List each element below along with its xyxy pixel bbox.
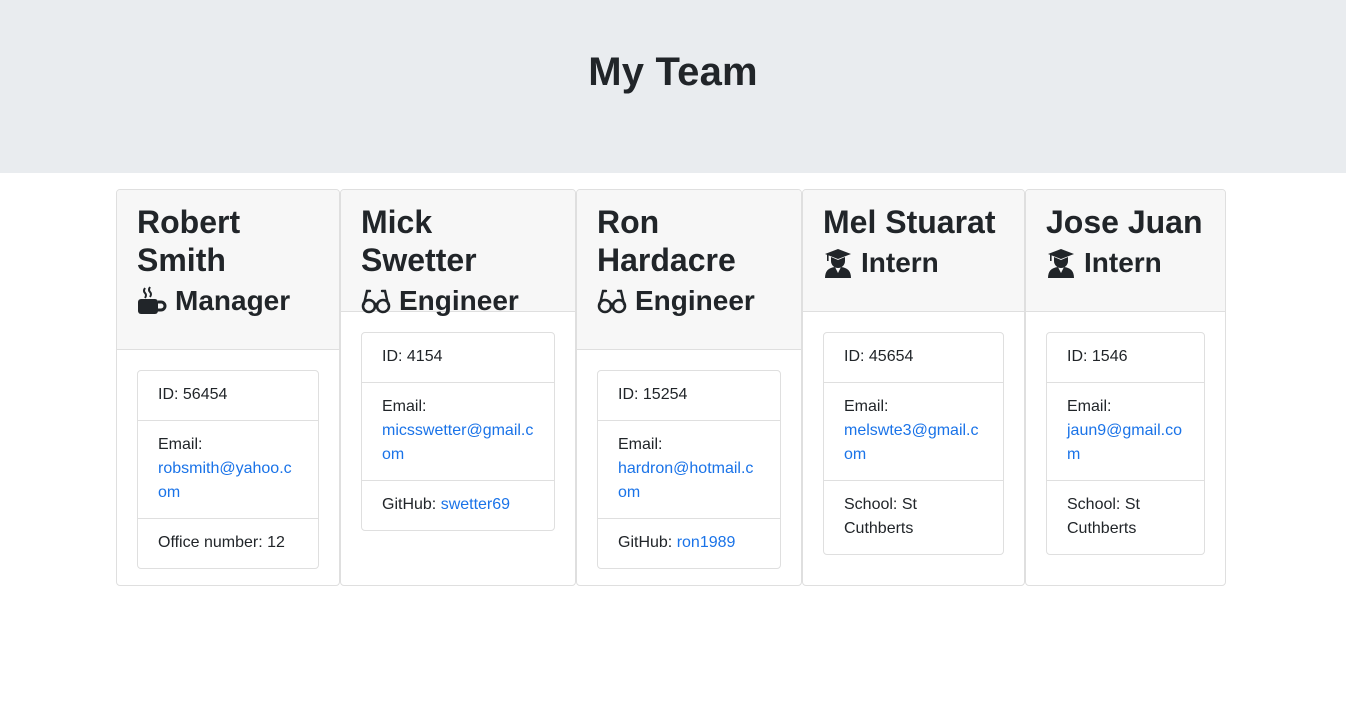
- glasses-icon: [361, 289, 391, 314]
- employee-role: Manager: [137, 284, 319, 318]
- card-body: ID: 45654 Email: melswte3@gmail.com Scho…: [803, 312, 1024, 575]
- graduate-icon: [1048, 249, 1074, 278]
- email-item: Email: jaun9@gmail.com: [1047, 383, 1204, 481]
- role-label: Engineer: [635, 285, 755, 316]
- info-list: ID: 45654 Email: melswte3@gmail.com Scho…: [823, 332, 1004, 555]
- email-item: Email: micsswetter@gmail.com: [362, 383, 554, 481]
- employee-name: Mel Stuarat: [823, 204, 996, 240]
- card-header: Robert Smith Manager: [117, 190, 339, 350]
- github-label: GitHub:: [382, 496, 441, 513]
- card-header: Mel Stuarat Intern: [803, 190, 1024, 312]
- role-label: Manager: [175, 285, 291, 316]
- info-list: ID: 4154 Email: micsswetter@gmail.com Gi…: [361, 332, 555, 531]
- email-label: Email:: [1067, 398, 1112, 415]
- info-list: ID: 56454 Email: robsmith@yahoo.com Offi…: [137, 370, 319, 569]
- graduate-icon: [825, 249, 851, 278]
- github-label: GitHub:: [618, 534, 677, 551]
- glasses-icon: [597, 289, 627, 314]
- email-item: Email: robsmith@yahoo.com: [138, 421, 318, 519]
- employee-name: Jose Juan: [1046, 204, 1203, 240]
- card-body: ID: 56454 Email: robsmith@yahoo.com Offi…: [117, 350, 339, 585]
- id-item: ID: 45654: [824, 333, 1003, 383]
- employee-role: Engineer: [597, 284, 781, 318]
- employee-name: Ron Hardacre: [597, 204, 736, 278]
- email-link[interactable]: jaun9@gmail.com: [1067, 422, 1182, 463]
- card-header: Mick Swetter Engineer: [341, 190, 575, 316]
- employee-card-intern: Jose Juan Intern ID: 1546 Email: jaun9@g…: [1025, 189, 1226, 586]
- role-label: Intern: [861, 247, 939, 278]
- id-item: ID: 4154: [362, 333, 554, 383]
- role-label: Intern: [1084, 247, 1162, 278]
- role-label: Engineer: [399, 285, 519, 316]
- id-item: ID: 56454: [138, 371, 318, 421]
- card-body: ID: 4154 Email: micsswetter@gmail.com Gi…: [341, 312, 575, 551]
- email-link[interactable]: hardron@hotmail.com: [618, 460, 753, 501]
- email-item: Email: hardron@hotmail.com: [598, 421, 780, 519]
- email-link[interactable]: robsmith@yahoo.com: [158, 460, 292, 501]
- employee-name: Mick Swetter: [361, 204, 477, 278]
- email-link[interactable]: micsswetter@gmail.com: [382, 422, 533, 463]
- email-label: Email:: [158, 436, 203, 453]
- card-body: ID: 15254 Email: hardron@hotmail.com Git…: [577, 350, 801, 585]
- school-item: School: St Cuthberts: [844, 496, 917, 537]
- office-number-item: Office number: 12: [158, 534, 285, 551]
- email-item: Email: melswte3@gmail.com: [824, 383, 1003, 481]
- github-link[interactable]: ron1989: [677, 534, 736, 551]
- email-label: Email:: [618, 436, 663, 453]
- school-item: School: St Cuthberts: [1067, 496, 1140, 537]
- page-header: My Team: [0, 0, 1346, 173]
- card-body: ID: 1546 Email: jaun9@gmail.com School: …: [1026, 312, 1225, 575]
- employee-card-engineer: Ron Hardacre Engineer ID: 15254 Email: h…: [576, 189, 802, 586]
- email-label: Email:: [844, 398, 889, 415]
- page-title: My Team: [588, 50, 758, 94]
- coffee-mug-icon: [138, 286, 167, 314]
- github-link[interactable]: swetter69: [441, 496, 510, 513]
- card-header: Ron Hardacre Engineer: [577, 190, 801, 350]
- employee-card-manager: Robert Smith Manager ID: 56454 Email: ro…: [116, 189, 340, 586]
- github-item: GitHub: ron1989: [598, 519, 780, 568]
- employee-role: Intern: [1046, 246, 1205, 280]
- email-label: Email:: [382, 398, 427, 415]
- id-item: ID: 15254: [598, 371, 780, 421]
- employee-card-engineer: Mick Swetter Engineer ID: 4154 Email: mi…: [340, 189, 576, 586]
- info-list: ID: 1546 Email: jaun9@gmail.com School: …: [1046, 332, 1205, 555]
- id-item: ID: 1546: [1047, 333, 1204, 383]
- email-link[interactable]: melswte3@gmail.com: [844, 422, 979, 463]
- info-list: ID: 15254 Email: hardron@hotmail.com Git…: [597, 370, 781, 569]
- card-header: Jose Juan Intern: [1026, 190, 1225, 312]
- employee-name: Robert Smith: [137, 204, 241, 278]
- github-item: GitHub: swetter69: [362, 481, 554, 530]
- employee-role: Intern: [823, 246, 1004, 280]
- employee-card-intern: Mel Stuarat Intern ID: 45654 Email: mels…: [802, 189, 1025, 586]
